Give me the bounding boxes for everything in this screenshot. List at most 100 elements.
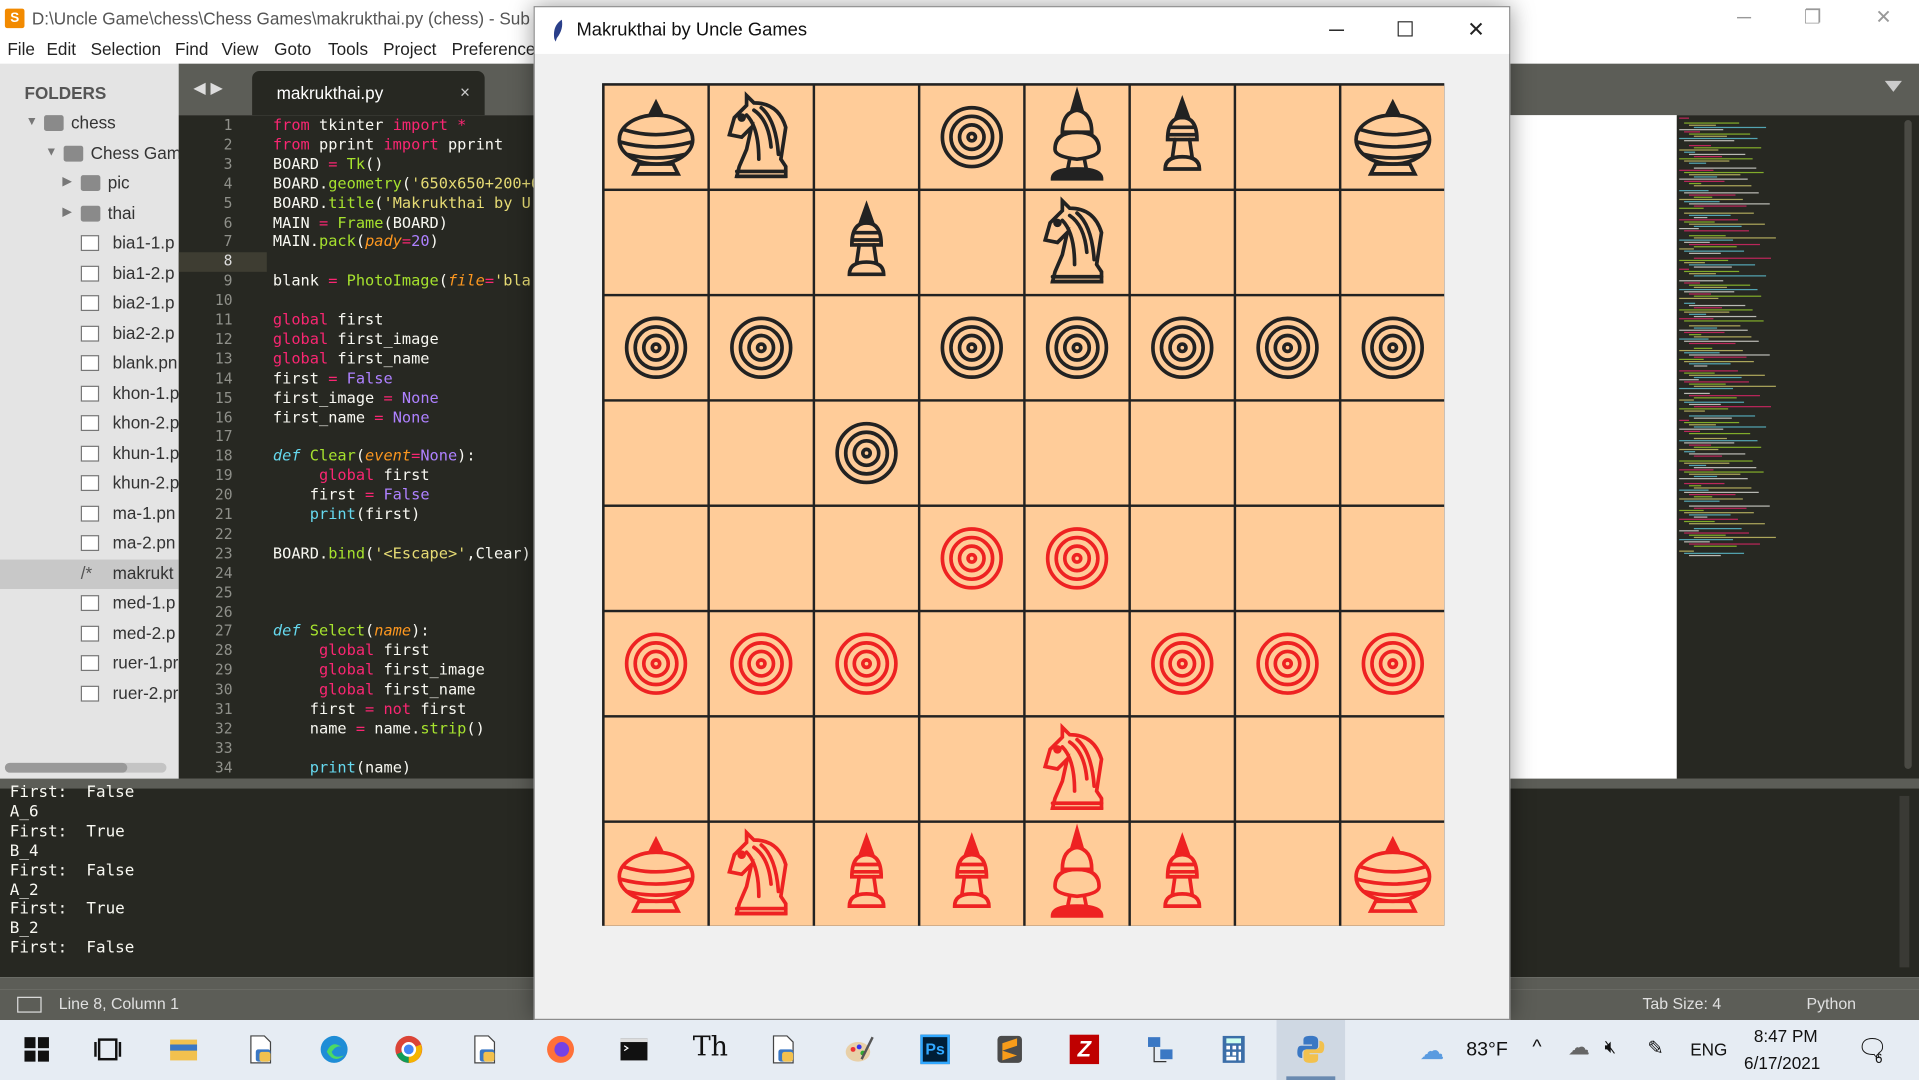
board-square[interactable] — [815, 191, 918, 294]
board-square[interactable] — [709, 85, 813, 189]
board-square[interactable] — [1130, 506, 1234, 610]
board-square[interactable] — [1025, 296, 1129, 400]
tk-maximize-button[interactable]: ☐ — [1370, 7, 1441, 54]
menu-view[interactable]: View — [222, 39, 259, 59]
sublime-close-button[interactable]: ✕ — [1855, 0, 1911, 37]
menu-find[interactable]: Find — [175, 39, 208, 59]
editor-scrollbar[interactable] — [1904, 120, 1912, 769]
sidebar-item[interactable]: med-1.p — [0, 589, 179, 618]
sublime-maximize-button[interactable]: ❐ — [1784, 0, 1840, 37]
language-indicator[interactable]: ENG — [1690, 1040, 1727, 1060]
sublime-minimize-button[interactable]: ─ — [1716, 0, 1772, 37]
board-square[interactable] — [709, 191, 813, 294]
taskbar-sublime-button[interactable] — [975, 1020, 1044, 1080]
clock-time[interactable]: 8:47 PM — [1754, 1026, 1818, 1046]
board-square[interactable] — [1236, 296, 1339, 400]
taskbar-task-view-button[interactable] — [73, 1020, 142, 1080]
tab-menu-icon[interactable] — [1884, 80, 1902, 92]
taskbar-python-file-button[interactable] — [226, 1020, 295, 1080]
board-square[interactable] — [1341, 401, 1445, 505]
taskbar-python-button[interactable] — [1276, 1020, 1346, 1080]
pen-icon[interactable]: ✎ — [1647, 1036, 1663, 1060]
board-square[interactable] — [604, 717, 708, 821]
board-square[interactable] — [1025, 401, 1129, 505]
sidebar-item[interactable]: /* makrukt — [0, 558, 179, 589]
board-square[interactable] — [604, 822, 708, 926]
board-square[interactable] — [604, 506, 708, 610]
board-square[interactable] — [1341, 506, 1445, 610]
board-square[interactable] — [709, 296, 813, 400]
board-square[interactable] — [1025, 612, 1129, 716]
board-square[interactable] — [1236, 85, 1339, 189]
taskbar-calculator-button[interactable] — [1199, 1020, 1268, 1080]
sidebar-item[interactable]: ruer-1.pr — [0, 649, 179, 678]
taskbar-python-file-3-button[interactable] — [749, 1020, 818, 1080]
board-square[interactable] — [1130, 85, 1234, 189]
board-square[interactable] — [604, 85, 708, 189]
board-square[interactable] — [1236, 401, 1339, 505]
panel-toggle-icon[interactable] — [17, 996, 42, 1013]
sidebar-item[interactable]: ma-2.pn — [0, 529, 179, 558]
board-square[interactable] — [1341, 296, 1445, 400]
sidebar-item[interactable]: khon-1.p — [0, 379, 179, 408]
sidebar-item[interactable]: bia2-1.p — [0, 289, 179, 318]
menu-file[interactable]: File — [7, 39, 35, 59]
board-square[interactable] — [1341, 191, 1445, 294]
sidebar-item[interactable]: ▶ pic — [0, 169, 179, 198]
board-square[interactable] — [1130, 401, 1234, 505]
sidebar-scrollbar[interactable] — [4, 762, 167, 773]
board-square[interactable] — [604, 296, 708, 400]
onedrive-icon[interactable]: ☁ — [1568, 1035, 1590, 1061]
sidebar-item[interactable]: blank.pn — [0, 349, 179, 378]
board-square[interactable] — [815, 401, 918, 505]
sidebar-item[interactable]: ruer-2.pr — [0, 679, 179, 708]
menu-preference[interactable]: Preference — [452, 39, 536, 59]
sidebar-item[interactable]: bia1-1.p — [0, 229, 179, 258]
board-square[interactable] — [815, 717, 918, 821]
board-square[interactable] — [1236, 612, 1339, 716]
board-square[interactable] — [1025, 506, 1129, 610]
expand-arrow-icon[interactable]: ▼ — [26, 115, 38, 128]
sidebar-item[interactable]: bia1-2.p — [0, 259, 179, 288]
clock-date[interactable]: 6/17/2021 — [1744, 1053, 1820, 1073]
board-square[interactable] — [1236, 191, 1339, 294]
board-square[interactable] — [1236, 506, 1339, 610]
sidebar-item[interactable]: ▼ Chess Gam — [0, 139, 178, 168]
board-square[interactable] — [709, 506, 813, 610]
sidebar-item[interactable]: bia2-2.p — [0, 319, 179, 348]
board-square[interactable] — [815, 85, 918, 189]
sidebar-item[interactable]: ma-1.pn — [0, 499, 179, 528]
board-square[interactable] — [815, 506, 918, 610]
board-square[interactable] — [1341, 612, 1445, 716]
board-square[interactable] — [920, 717, 1024, 821]
board-square[interactable] — [1025, 822, 1129, 926]
taskbar-font-app-button[interactable]: Th — [673, 1020, 742, 1080]
board-square[interactable] — [1130, 296, 1234, 400]
sidebar-item[interactable]: ▶ thai — [0, 199, 179, 228]
board-square[interactable] — [815, 612, 918, 716]
board-square[interactable] — [1341, 717, 1445, 821]
weather-icon[interactable]: ☁ — [1420, 1036, 1444, 1067]
taskbar-photoshop-button[interactable]: Ps — [901, 1020, 970, 1080]
expand-arrow-icon[interactable]: ▼ — [45, 145, 57, 158]
taskbar-firefox-button[interactable] — [526, 1020, 595, 1080]
menu-tools[interactable]: Tools — [328, 39, 368, 59]
tk-minimize-button[interactable]: ─ — [1301, 7, 1372, 54]
notification-icon[interactable]: 🗨︎ — [1857, 1033, 1888, 1064]
board-square[interactable] — [709, 612, 813, 716]
collapse-arrow-icon[interactable]: ▶ — [62, 205, 71, 218]
taskbar-file-explorer-button[interactable] — [149, 1020, 218, 1080]
board-square[interactable] — [920, 191, 1024, 294]
board-square[interactable] — [920, 822, 1024, 926]
board-square[interactable] — [1025, 717, 1129, 821]
board-square[interactable] — [1025, 191, 1129, 294]
menu-project[interactable]: Project — [383, 39, 436, 59]
board-square[interactable] — [920, 85, 1024, 189]
sidebar-item[interactable]: khon-2.p — [0, 409, 179, 438]
taskbar-chrome-button[interactable] — [375, 1020, 444, 1080]
syntax-mode[interactable]: Python — [1806, 994, 1856, 1012]
board-square[interactable] — [1130, 191, 1234, 294]
taskbar-edge-button[interactable] — [300, 1020, 369, 1080]
weather-temp[interactable]: 83°F — [1466, 1040, 1508, 1062]
taskbar-paint-button[interactable] — [825, 1020, 894, 1080]
